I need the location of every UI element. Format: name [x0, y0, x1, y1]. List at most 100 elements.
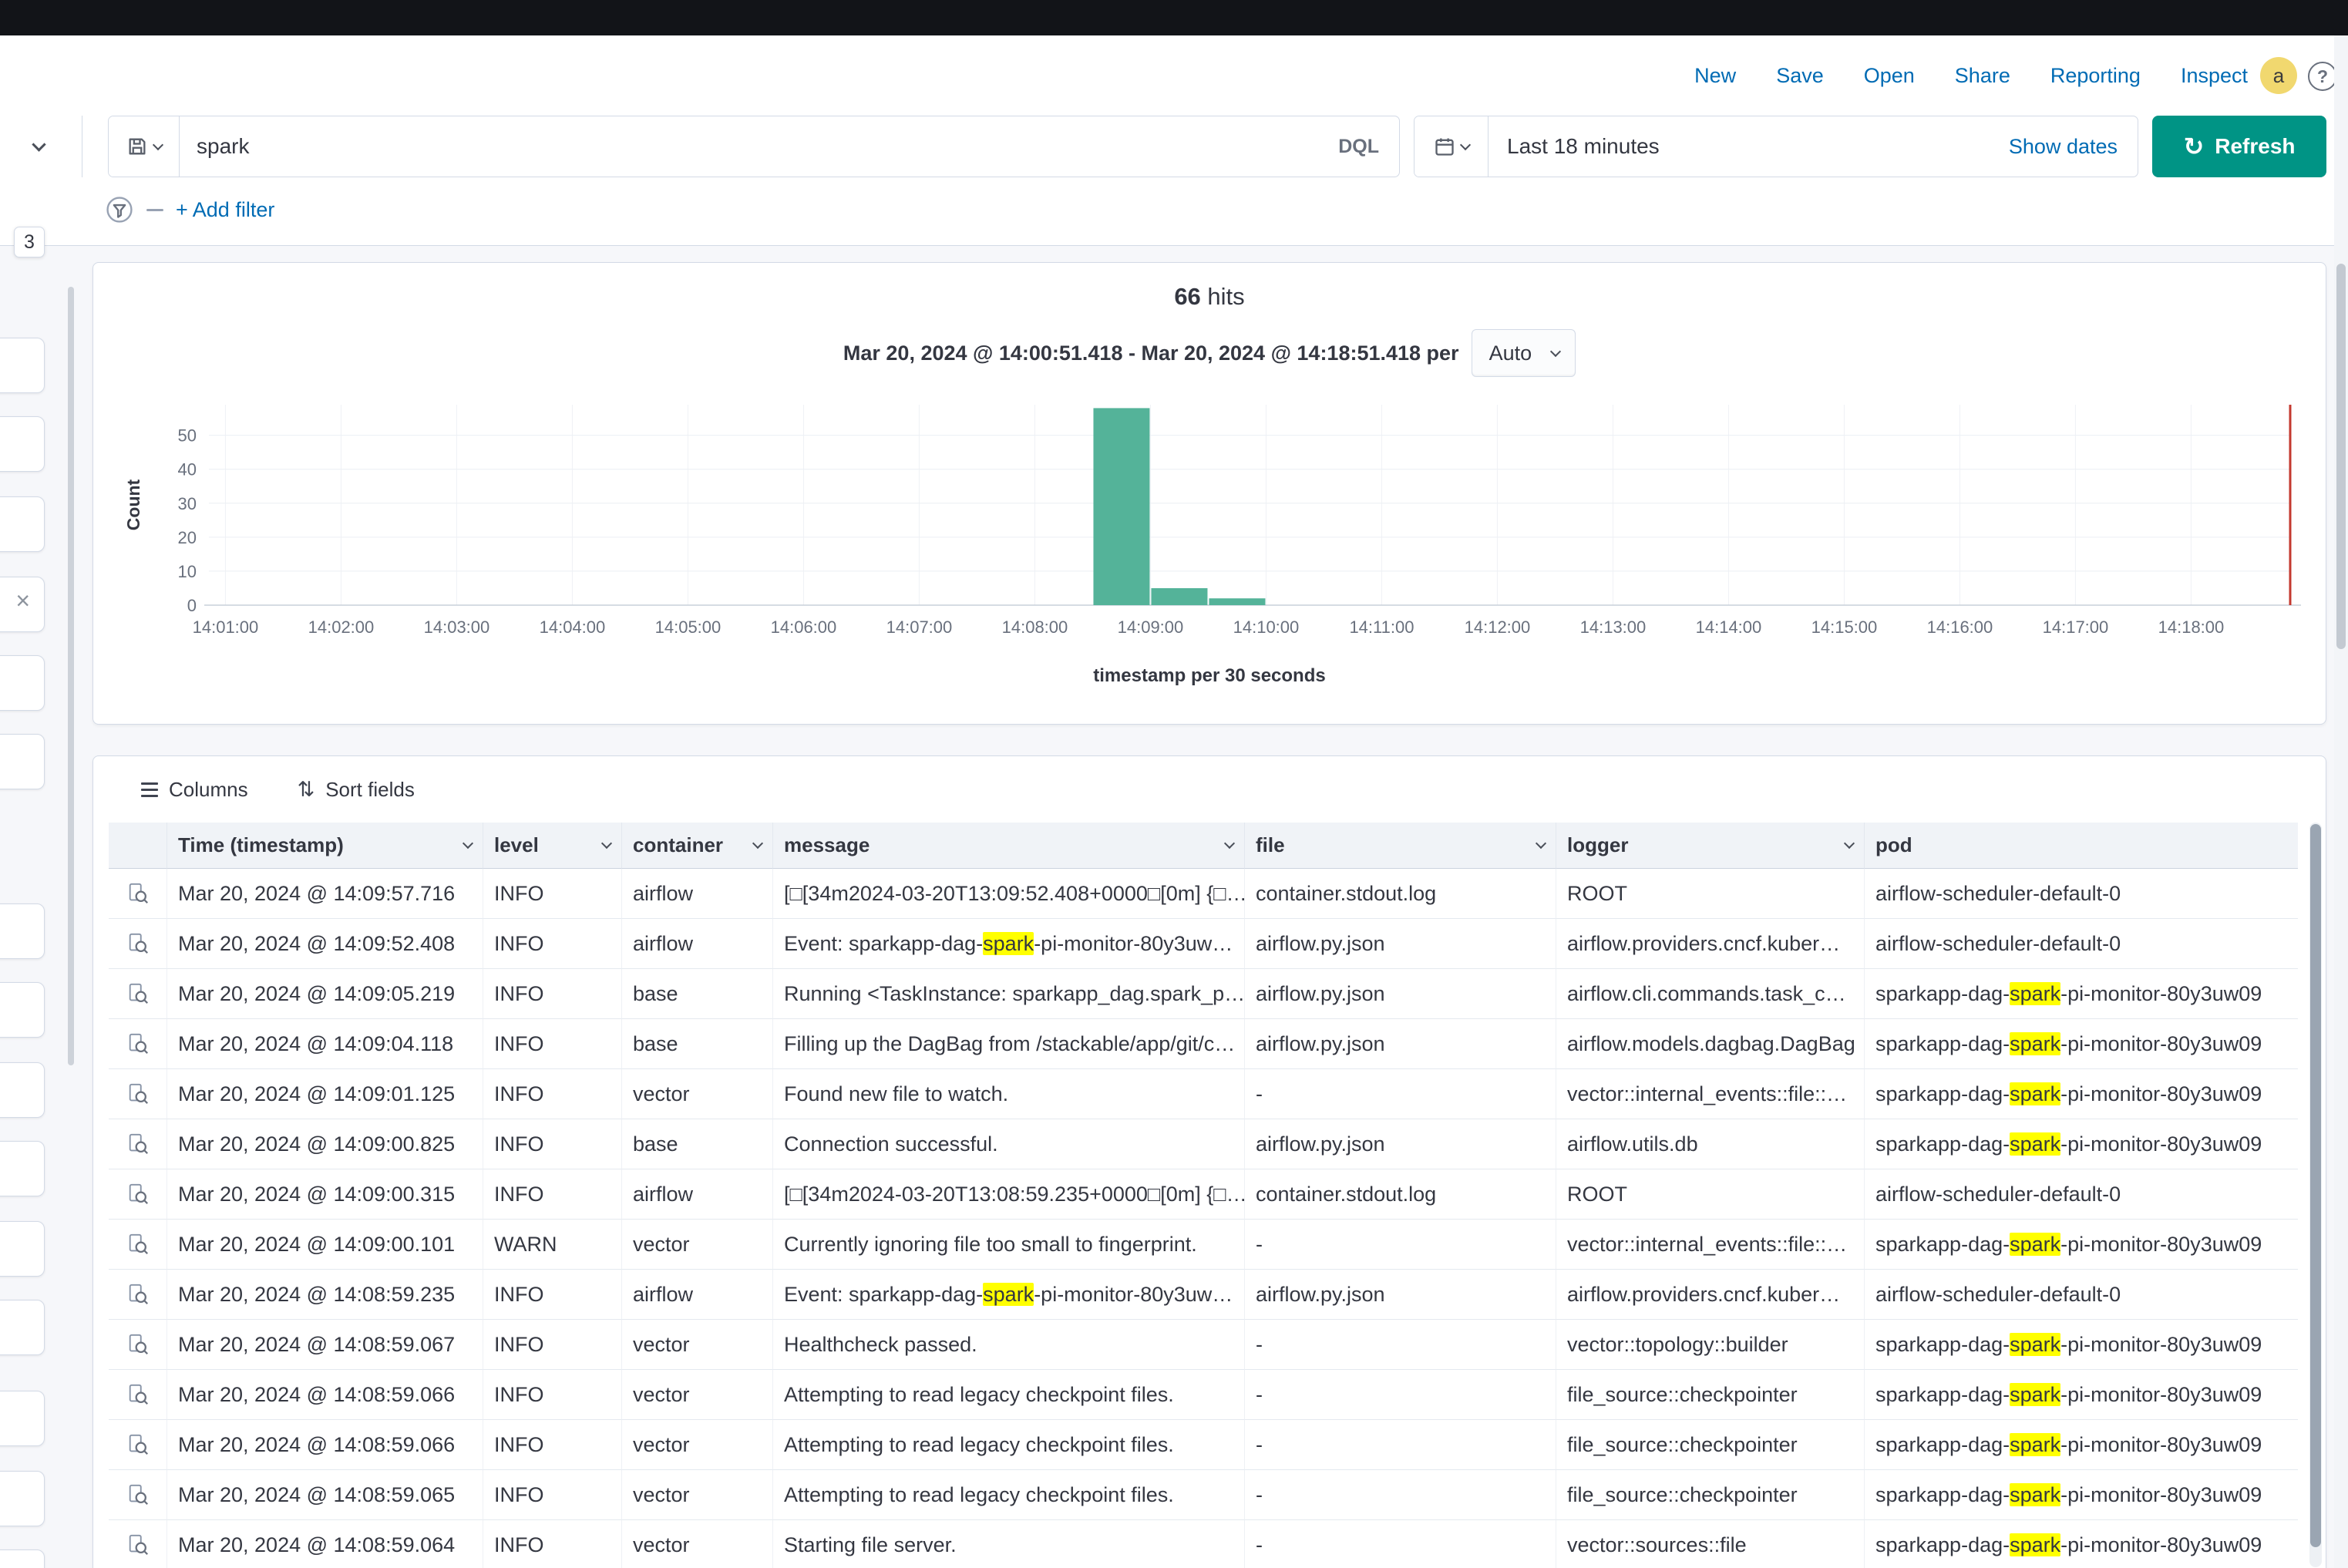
histogram-bar[interactable]	[1209, 598, 1265, 605]
inspect-document-icon[interactable]	[109, 1520, 167, 1568]
cell-logger: file_source::checkpointer	[1556, 1420, 1865, 1470]
inspect-document-icon[interactable]	[109, 919, 167, 969]
nav-link-open[interactable]: Open	[1864, 64, 1915, 88]
histogram-x-axis-title: timestamp per 30 seconds	[93, 665, 2326, 687]
field-pill[interactable]	[0, 982, 45, 1038]
cell-message: Found new file to watch.	[773, 1069, 1245, 1119]
inspect-document-icon[interactable]	[109, 869, 167, 919]
avatar[interactable]: a	[2260, 57, 2297, 94]
field-pill[interactable]	[0, 1141, 45, 1196]
field-pill[interactable]: ×	[0, 577, 45, 632]
interval-select[interactable]: Auto	[1472, 329, 1576, 377]
chevron-down-icon	[1224, 838, 1235, 849]
collapse-sidebar-button[interactable]	[20, 130, 57, 163]
field-pill[interactable]	[0, 1471, 45, 1526]
x-tick-label: 14:02:00	[308, 617, 375, 637]
field-pill[interactable]	[0, 655, 45, 711]
cell-time: Mar 20, 2024 @ 14:09:01.125	[167, 1069, 483, 1119]
field-pill[interactable]	[0, 903, 45, 959]
y-tick-label: 40	[178, 460, 197, 479]
calendar-button[interactable]	[1415, 116, 1489, 177]
field-pill[interactable]	[0, 1549, 45, 1568]
app-top-bar	[0, 0, 2348, 35]
query-language-button[interactable]: DQL	[1318, 136, 1399, 158]
cell-level: INFO	[483, 1320, 622, 1370]
columns-button[interactable]: Columns	[141, 778, 248, 802]
x-tick-label: 14:01:00	[193, 617, 259, 637]
nav-link-inspect[interactable]: Inspect	[2181, 64, 2248, 88]
nav-link-reporting[interactable]: Reporting	[2050, 64, 2141, 88]
time-range-label: Mar 20, 2024 @ 14:00:51.418 - Mar 20, 20…	[843, 342, 1459, 365]
hits-count: 66 hits	[93, 283, 2326, 311]
inspect-document-icon[interactable]	[109, 1420, 167, 1470]
search-highlight: spark	[2010, 1433, 2060, 1456]
search-highlight: spark	[983, 1283, 1034, 1306]
cell-container: vector	[622, 1470, 773, 1520]
cell-level: INFO	[483, 919, 622, 969]
help-icon[interactable]: ?	[2308, 62, 2337, 91]
table-scrollbar[interactable]	[2310, 824, 2321, 1547]
column-header-container[interactable]: container	[622, 823, 773, 869]
inspect-document-icon[interactable]	[109, 1270, 167, 1320]
field-pill[interactable]	[0, 1221, 45, 1277]
histogram-bar[interactable]	[1093, 408, 1149, 605]
cell-container: airflow	[622, 1270, 773, 1320]
search-highlight: spark	[2010, 1483, 2060, 1506]
inspect-document-icon[interactable]	[109, 1320, 167, 1370]
page-scrollbar[interactable]	[2334, 35, 2348, 1568]
cell-file: container.stdout.log	[1245, 869, 1556, 919]
column-header-logger[interactable]: logger	[1556, 823, 1865, 869]
nav-link-save[interactable]: Save	[1776, 64, 1824, 88]
add-filter-link[interactable]: + Add filter	[176, 198, 274, 222]
field-pill[interactable]	[0, 1300, 45, 1355]
histogram[interactable]: 0102030405014:01:0014:02:0014:03:0014:04…	[116, 399, 2304, 653]
column-header-level[interactable]: level	[483, 823, 622, 869]
search-input[interactable]	[180, 134, 1318, 159]
cell-logger: vector::internal_events::file::…	[1556, 1069, 1865, 1119]
column-header-time-timestamp[interactable]: Time (timestamp)	[167, 823, 483, 869]
inspect-document-icon[interactable]	[109, 1119, 167, 1169]
field-pill[interactable]	[0, 416, 45, 472]
cell-file: container.stdout.log	[1245, 1169, 1556, 1220]
nav-link-share[interactable]: Share	[1955, 64, 2010, 88]
nav-link-new[interactable]: New	[1694, 64, 1736, 88]
show-dates-link[interactable]: Show dates	[2009, 135, 2138, 159]
cell-message: Attempting to read legacy checkpoint fil…	[773, 1420, 1245, 1470]
cell-pod: sparkapp-dag-spark-pi-monitor-80y3uw09	[1865, 1220, 2298, 1270]
inspect-document-icon[interactable]	[109, 1470, 167, 1520]
sidebar-scrollbar[interactable]	[68, 287, 74, 1065]
column-header-file[interactable]: file	[1245, 823, 1556, 869]
inspect-document-icon[interactable]	[109, 969, 167, 1019]
saved-query-button[interactable]	[109, 116, 180, 177]
column-header-message[interactable]: message	[773, 823, 1245, 869]
cell-logger: airflow.cli.commands.task_c…	[1556, 969, 1865, 1019]
x-tick-label: 14:08:00	[1002, 617, 1068, 637]
refresh-button[interactable]: ↻ Refresh	[2152, 116, 2326, 177]
chevron-down-icon	[1550, 345, 1561, 356]
columns-icon	[141, 782, 158, 797]
cell-text: sparkapp-dag-	[1875, 1132, 2010, 1156]
inspect-document-icon[interactable]	[109, 1169, 167, 1220]
field-pill[interactable]	[0, 1391, 45, 1446]
cell-text: sparkapp-dag-	[1875, 1433, 2010, 1456]
field-pill[interactable]	[0, 1062, 45, 1118]
inspect-document-icon[interactable]	[109, 1370, 167, 1420]
cell-file: -	[1245, 1370, 1556, 1420]
cell-container: airflow	[622, 1169, 773, 1220]
inspect-document-icon[interactable]	[109, 1019, 167, 1069]
cell-message: Event: sparkapp-dag-spark-pi-monitor-80y…	[773, 919, 1245, 969]
field-pill[interactable]	[0, 338, 45, 393]
time-range-value[interactable]: Last 18 minutes	[1489, 134, 2009, 159]
column-header-pod[interactable]: pod	[1865, 823, 2298, 869]
cell-container: vector	[622, 1069, 773, 1119]
inspect-document-icon[interactable]	[109, 1069, 167, 1119]
filter-icon[interactable]	[105, 195, 134, 224]
sort-fields-button[interactable]: ⇅ Sort fields	[298, 778, 415, 802]
histogram-bar[interactable]	[1151, 588, 1207, 605]
field-pill[interactable]	[0, 496, 45, 552]
field-pill[interactable]	[0, 734, 45, 789]
page-scrollbar-thumb[interactable]	[2336, 264, 2346, 649]
inspect-document-icon[interactable]	[109, 1220, 167, 1270]
close-icon[interactable]: ×	[15, 588, 30, 613]
cell-container: base	[622, 1019, 773, 1069]
